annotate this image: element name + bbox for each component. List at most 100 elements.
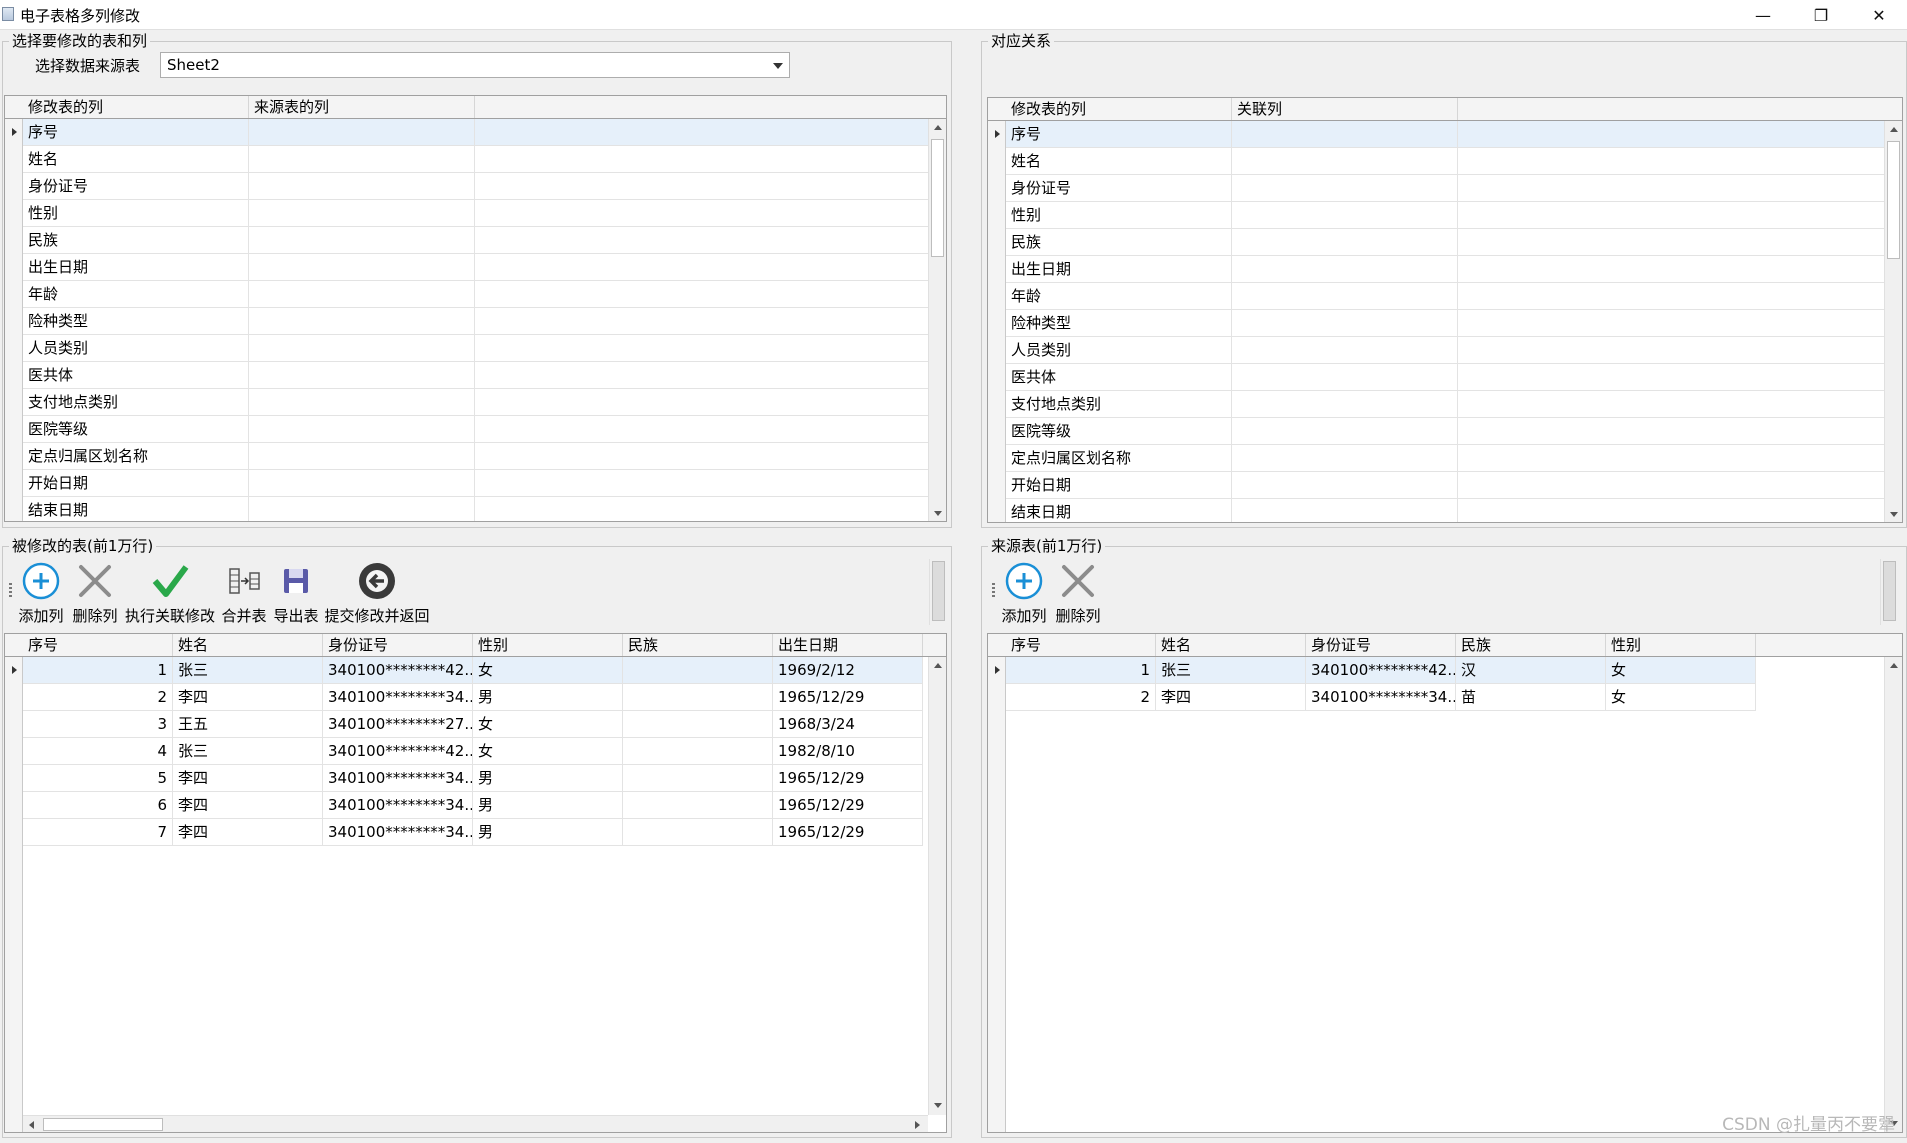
linked-column-cell[interactable] — [249, 497, 475, 521]
column-name-cell[interactable]: 出生日期 — [1006, 256, 1232, 282]
table-cell[interactable]: 340100********34... — [323, 684, 473, 710]
column-name-cell[interactable]: 民族 — [23, 227, 249, 253]
table-row[interactable]: 身份证号 — [1006, 175, 1902, 202]
scroll-up-icon[interactable] — [1885, 657, 1902, 674]
table-cell[interactable]: 男 — [473, 792, 623, 818]
column-name-cell[interactable]: 性别 — [1006, 202, 1232, 228]
table-row[interactable]: 人员类别 — [1006, 337, 1902, 364]
table-cell[interactable]: 苗 — [1456, 684, 1606, 710]
table-cell[interactable] — [623, 765, 773, 791]
column-name-cell[interactable]: 险种类型 — [1006, 310, 1232, 336]
table-cell[interactable]: 1982/8/10 — [773, 738, 923, 764]
table-row[interactable]: 身份证号 — [23, 173, 928, 200]
vertical-scrollbar[interactable] — [928, 119, 946, 521]
linked-column-cell[interactable] — [249, 443, 475, 469]
scroll-thumb[interactable] — [1883, 561, 1896, 621]
table-cell[interactable]: 女 — [1606, 657, 1756, 683]
linked-column-cell[interactable] — [1232, 202, 1458, 228]
table-row[interactable]: 支付地点类别 — [1006, 391, 1902, 418]
linked-column-cell[interactable] — [1232, 148, 1458, 174]
scroll-thumb[interactable] — [43, 1118, 163, 1131]
toolbar-scrollbar[interactable] — [929, 559, 947, 625]
column-name-cell[interactable]: 医共体 — [23, 362, 249, 388]
table-cell[interactable] — [623, 819, 773, 845]
table-row[interactable]: 医共体 — [1006, 364, 1902, 391]
table-cell[interactable]: 男 — [473, 765, 623, 791]
column-header[interactable]: 性别 — [473, 634, 623, 656]
linked-column-cell[interactable] — [1232, 472, 1458, 498]
linked-column-cell[interactable] — [249, 308, 475, 334]
table-cell[interactable]: 6 — [23, 792, 173, 818]
column-name-cell[interactable]: 人员类别 — [23, 335, 249, 361]
column-name-cell[interactable]: 序号 — [23, 119, 249, 145]
table-cell[interactable]: 2 — [23, 684, 173, 710]
table-row[interactable]: 2 李四 340100********34... 男 1965/12/29 — [23, 684, 923, 711]
table-cell[interactable]: 1965/12/29 — [773, 765, 923, 791]
toolbar-grip[interactable] — [992, 583, 995, 599]
linked-column-cell[interactable] — [1232, 310, 1458, 336]
table-cell[interactable] — [623, 657, 773, 683]
toolbar-scrollbar[interactable] — [1880, 559, 1898, 625]
table-cell[interactable]: 340100********34... — [1306, 684, 1456, 710]
table-cell[interactable]: 4 — [23, 738, 173, 764]
toolbar-grip[interactable] — [9, 583, 12, 599]
linked-column-cell[interactable] — [249, 146, 475, 172]
linked-column-cell[interactable] — [1232, 229, 1458, 255]
scroll-down-icon[interactable] — [929, 1097, 946, 1114]
table-row[interactable]: 医院等级 — [1006, 418, 1902, 445]
table-cell[interactable]: 340100********34... — [323, 765, 473, 791]
scroll-thumb[interactable] — [1887, 141, 1900, 259]
table-row[interactable]: 5 李四 340100********34... 男 1965/12/29 — [23, 765, 923, 792]
table-row[interactable]: 民族 — [1006, 229, 1902, 256]
table-row[interactable]: 6 李四 340100********34... 男 1965/12/29 — [23, 792, 923, 819]
column-name-cell[interactable]: 身份证号 — [23, 173, 249, 199]
table-cell[interactable] — [623, 738, 773, 764]
vertical-scrollbar[interactable] — [1884, 657, 1902, 1132]
table-row[interactable]: 年龄 — [1006, 283, 1902, 310]
table-row[interactable]: 险种类型 — [1006, 310, 1902, 337]
table-cell[interactable]: 340100********42... — [323, 738, 473, 764]
table-cell[interactable] — [623, 684, 773, 710]
column-name-cell[interactable]: 人员类别 — [1006, 337, 1232, 363]
table-cell[interactable]: 340100********34... — [323, 792, 473, 818]
table-row[interactable]: 姓名 — [23, 146, 928, 173]
merge-table-button[interactable]: 合并表 — [219, 557, 269, 625]
scroll-up-icon[interactable] — [1885, 121, 1902, 138]
horizontal-scrollbar[interactable] — [23, 1115, 928, 1132]
table-cell[interactable]: 7 — [23, 819, 173, 845]
table-cell[interactable]: 汉 — [1456, 657, 1606, 683]
table-row[interactable]: 定点归属区划名称 — [23, 443, 928, 470]
minimize-button[interactable]: — — [1735, 0, 1791, 30]
table-row[interactable]: 1 张三 340100********42... 女 1969/2/12 — [23, 657, 923, 684]
column-header[interactable]: 来源表的列 — [249, 96, 475, 118]
column-name-cell[interactable]: 结束日期 — [23, 497, 249, 521]
column-name-cell[interactable]: 民族 — [1006, 229, 1232, 255]
table-row[interactable]: 开始日期 — [1006, 472, 1902, 499]
table-cell[interactable]: 张三 — [1156, 657, 1306, 683]
table-cell[interactable]: 女 — [473, 711, 623, 737]
table-row[interactable]: 险种类型 — [23, 308, 928, 335]
column-select-grid[interactable]: 修改表的列 来源表的列 序号 姓名 身份证号 性别 民族 出生日期 年龄 险种类型 人员类别 医共… — [4, 95, 947, 522]
table-cell[interactable]: 1968/3/24 — [773, 711, 923, 737]
table-cell[interactable]: 340100********42... — [1306, 657, 1456, 683]
vertical-scrollbar[interactable] — [928, 657, 946, 1115]
linked-column-cell[interactable] — [1232, 445, 1458, 471]
table-cell[interactable]: 李四 — [173, 792, 323, 818]
table-cell[interactable]: 李四 — [173, 765, 323, 791]
source-table-select[interactable]: Sheet2 — [160, 52, 790, 78]
export-table-button[interactable]: 导出表 — [271, 557, 321, 625]
table-cell[interactable]: 男 — [473, 684, 623, 710]
table-row[interactable]: 姓名 — [1006, 148, 1902, 175]
column-name-cell[interactable]: 年龄 — [23, 281, 249, 307]
add-column-button[interactable]: 添加列 — [998, 557, 1050, 625]
mapping-grid[interactable]: 修改表的列 关联列 序号 姓名 身份证号 性别 民族 出生日期 年龄 险种类型 人员类别 医共体支… — [987, 97, 1903, 523]
column-header[interactable]: 修改表的列 — [1006, 98, 1232, 120]
table-cell[interactable]: 340100********34... — [323, 819, 473, 845]
table-cell[interactable] — [623, 711, 773, 737]
column-name-cell[interactable]: 定点归属区划名称 — [23, 443, 249, 469]
add-column-button[interactable]: 添加列 — [15, 557, 67, 625]
column-header[interactable]: 民族 — [1456, 634, 1606, 656]
table-cell[interactable]: 女 — [473, 738, 623, 764]
table-cell[interactable]: 1965/12/29 — [773, 684, 923, 710]
submit-and-return-button[interactable]: 提交修改并返回 — [323, 557, 431, 625]
